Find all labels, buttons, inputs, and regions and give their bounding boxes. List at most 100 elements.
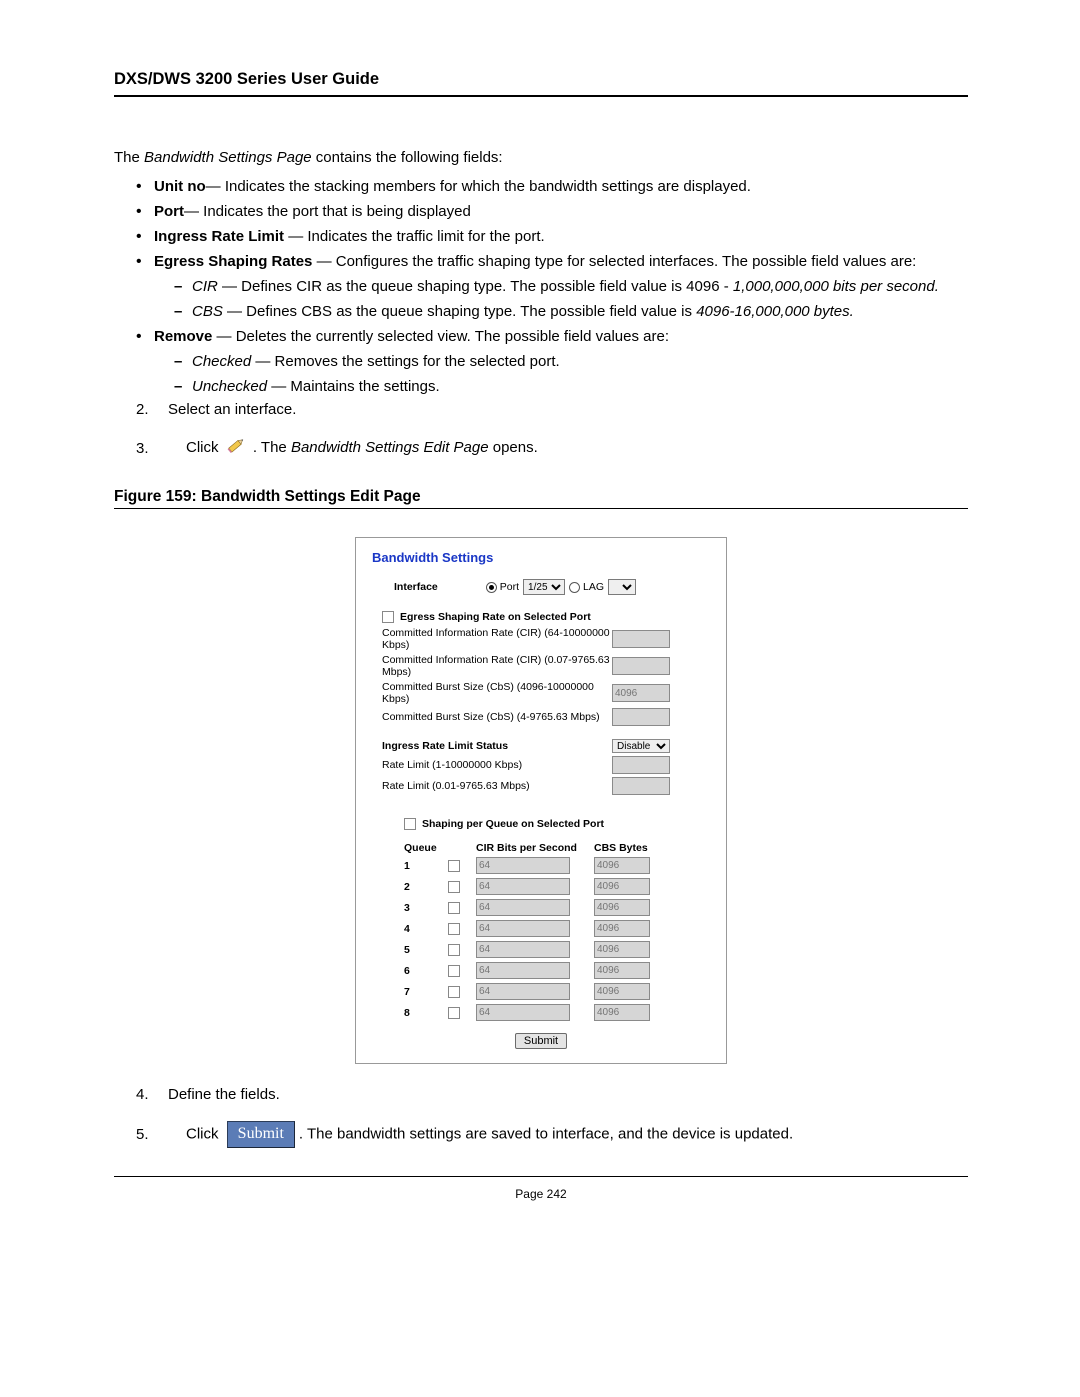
rate-limit-kbps-input[interactable] [612,756,670,774]
page-ref: Bandwidth Settings Edit Page [291,439,489,456]
desc: — Indicates the port that is being displ… [184,203,471,220]
queue-cbs-input[interactable] [594,899,650,916]
mid: . The [253,439,291,456]
queue-rows: 1 2 3 4 5 6 7 8 [372,857,710,1021]
port-label: Port [500,581,519,593]
queue-num: 7 [404,986,448,998]
queue-row: 6 [404,962,710,979]
post-steps: 4.Define the fields. 5. Click Submit. Th… [114,1086,968,1148]
queue-checkbox[interactable] [448,923,460,935]
sub-checked: Checked — Removes the settings for the s… [174,351,968,372]
step-text: Select an interface. [168,401,296,418]
lag-select[interactable] [608,579,636,595]
queue-checkbox[interactable] [448,986,460,998]
egress-header-row: Egress Shaping Rate on Selected Port [382,611,710,623]
sub-unchecked: Unchecked — Maintains the settings. [174,376,968,397]
rate-limit-kbps-row: Rate Limit (1-10000000 Kbps) [382,756,710,774]
shaping-checkbox[interactable] [404,818,416,830]
queue-num: 6 [404,965,448,977]
egress-sublist: CIR — Defines CIR as the queue shaping t… [174,276,968,322]
queue-row: 5 [404,941,710,958]
intro-page-name: Bandwidth Settings Page [144,149,312,166]
val: 4096-16,000,000 bytes. [696,303,854,320]
cir-mbps-input[interactable] [612,657,670,675]
panel-title: Bandwidth Settings [372,550,710,565]
queue-cir-input[interactable] [476,920,570,937]
lag-label: LAG [583,581,604,593]
queue-row: 7 [404,983,710,1000]
egress-checkbox[interactable] [382,611,394,623]
desc: — Indicates the stacking members for whi… [206,178,751,195]
desc: — Maintains the settings. [267,378,440,395]
col-queue: Queue [404,842,448,854]
queue-row: 2 [404,878,710,895]
queue-checkbox[interactable] [448,1007,460,1019]
cir-kbps-row: Committed Information Rate (CIR) (64-100… [382,627,710,651]
term: Port [154,203,184,220]
queue-row: 4 [404,920,710,937]
val: 1,000,000,000 bits per second. [733,278,939,295]
label: Committed Burst Size (CbS) (4-9765.63 Mb… [382,711,612,723]
suffix: opens. [489,439,538,456]
queue-checkbox[interactable] [448,860,460,872]
step-text: Click . The Bandwidth Settings Edit Page… [186,436,538,460]
label: Committed Information Rate (CIR) (0.07-9… [382,654,612,678]
queue-cbs-input[interactable] [594,1004,650,1021]
queue-cir-input[interactable] [476,899,570,916]
desc: — Deletes the currently selected view. T… [217,328,669,345]
field-unit-no: Unit no— Indicates the stacking members … [136,176,968,197]
queue-checkbox[interactable] [448,902,460,914]
ingress-status-select[interactable]: Disable [612,739,670,753]
queue-cir-input[interactable] [476,941,570,958]
cbs-mbps-input[interactable] [612,708,670,726]
cbs-kbps-input[interactable] [612,684,670,702]
queue-checkbox[interactable] [448,965,460,977]
queue-cbs-input[interactable] [594,920,650,937]
term: Checked [192,353,251,370]
port-select[interactable]: 1/25 [523,579,565,595]
queue-num: 8 [404,1007,448,1019]
submit-button[interactable]: Submit [515,1033,567,1049]
term: Ingress Rate Limit [154,228,288,245]
label: Committed Information Rate (CIR) (64-100… [382,627,612,651]
term: Egress Shaping Rates [154,253,317,270]
label: Rate Limit (1-10000000 Kbps) [382,759,612,771]
footer-rule [114,1176,968,1177]
queue-cbs-input[interactable] [594,878,650,895]
desc: — Configures the traffic shaping type fo… [317,253,917,270]
step-3: 3. Click . The Bandwidth Settings Edit P… [136,436,968,460]
col-cir: CIR Bits per Second [476,842,594,854]
figure-rule [114,508,968,509]
queue-cir-input[interactable] [476,983,570,1000]
label: Rate Limit (0.01-9765.63 Mbps) [382,780,612,792]
step-text: Define the fields. [168,1086,280,1103]
queue-cbs-input[interactable] [594,941,650,958]
queue-cir-input[interactable] [476,1004,570,1021]
cir-kbps-input[interactable] [612,630,670,648]
step-5: 5. Click Submit. The bandwidth settings … [136,1121,968,1148]
cbs-kbps-row: Committed Burst Size (CbS) (4096-1000000… [382,681,710,705]
term: Unchecked [192,378,267,395]
queue-cbs-input[interactable] [594,962,650,979]
queue-checkbox[interactable] [448,944,460,956]
queue-checkbox[interactable] [448,881,460,893]
queue-row: 3 [404,899,710,916]
queue-cir-input[interactable] [476,962,570,979]
figure-caption: Figure 159: Bandwidth Settings Edit Page [114,488,968,506]
rate-limit-mbps-input[interactable] [612,777,670,795]
mid: — Defines CBS as the queue shaping type.… [223,303,696,320]
interface-row: Interface Port 1/25 LAG [394,579,710,595]
queue-cbs-input[interactable] [594,857,650,874]
queue-row: 1 [404,857,710,874]
inline-submit-button[interactable]: Submit [227,1121,295,1148]
queue-num: 1 [404,860,448,872]
queue-cir-input[interactable] [476,878,570,895]
term: Remove [154,328,217,345]
queue-cir-input[interactable] [476,857,570,874]
queue-table-header: Queue CIR Bits per Second CBS Bytes [404,842,710,854]
port-radio[interactable] [486,582,497,593]
lag-radio[interactable] [569,582,580,593]
desc: — Removes the settings for the selected … [251,353,559,370]
queue-cbs-input[interactable] [594,983,650,1000]
pencil-icon [223,436,249,460]
